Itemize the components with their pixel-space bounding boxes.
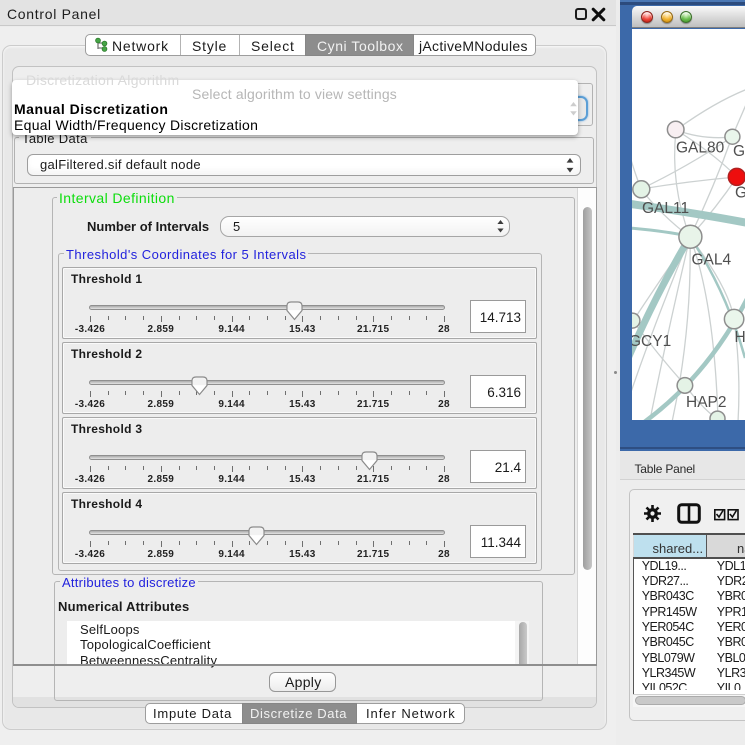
svg-text:GAL11: GAL11	[642, 200, 689, 217]
svg-text:G: G	[735, 185, 745, 202]
svg-text:HAP2: HAP2	[686, 394, 727, 411]
svg-text:GAL4: GAL4	[692, 252, 732, 269]
svg-text:GAL80: GAL80	[676, 139, 725, 156]
svg-text:H: H	[735, 329, 745, 346]
svg-text:GA: GA	[733, 143, 745, 160]
svg-text:GCY1: GCY1	[632, 333, 671, 350]
